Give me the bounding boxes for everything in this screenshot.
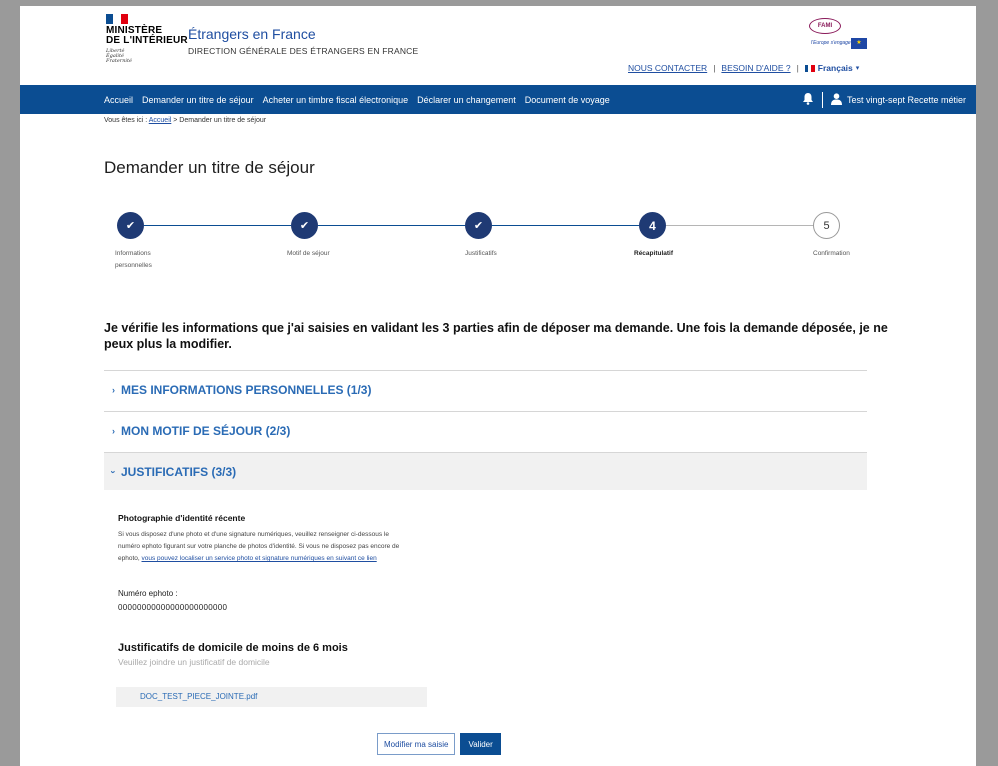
photo-help-text: Si vous disposez d'une photo et d'une si… [118, 529, 408, 565]
step-1-label-line1: Informations [115, 250, 151, 257]
chevron-right-icon: › [112, 425, 115, 436]
help-link[interactable]: BESOIN D'AIDE ? [721, 63, 790, 73]
validate-button[interactable]: Valider [460, 733, 501, 755]
ephoto-value: 00000000000000000000000 [118, 603, 228, 612]
breadcrumb: Vous êtes ici : Accueil > Demander un ti… [104, 117, 266, 124]
fami-logo: FAMI l'Europe s'engage ★ [809, 18, 867, 54]
step-connector [144, 225, 291, 226]
section-title: MES INFORMATIONS PERSONNELLES (1/3) [121, 382, 372, 397]
step-1-label: Informations personnelles [115, 248, 152, 272]
step-4-current: 4 [639, 212, 666, 239]
page-title: Demander un titre de séjour [104, 158, 315, 177]
nav-item-timbre-fiscal[interactable]: Acheter un timbre fiscal électronique [263, 95, 409, 105]
step-2-check-icon: ✔ [291, 212, 318, 239]
nav-item-accueil[interactable]: Accueil [104, 95, 133, 105]
intro-text: Je vérifie les informations que j'ai sai… [104, 321, 888, 351]
top-links: NOUS CONTACTER | BESOIN D'AIDE ? | Franç… [628, 63, 859, 73]
progress-stepper: ✔ ✔ ✔ 4 5 Informations personnelles Moti… [115, 207, 870, 277]
bell-icon[interactable] [802, 92, 814, 107]
step-connector [492, 225, 639, 226]
user-name: Test vingt-sept Recette métier [846, 94, 966, 105]
caret-down-icon: ▾ [855, 65, 860, 72]
nav-separator [821, 91, 823, 108]
eu-flag-icon: ★ [851, 38, 867, 49]
step-2-label: Motif de séjour [287, 250, 330, 257]
ephoto-label: Numéro ephoto : [118, 589, 178, 598]
chevron-right-icon: › [112, 384, 115, 395]
user-icon [830, 92, 842, 107]
section-motif-sejour[interactable]: › MON MOTIF DE SÉJOUR (2/3) [104, 411, 867, 449]
file-name-link[interactable]: DOC_TEST_PIECE_JOINTE.pdf [140, 692, 257, 701]
top-links-separator: | [713, 63, 716, 73]
section-title: JUSTIFICATIFS (3/3) [121, 464, 237, 479]
form-actions: Modifier ma saisie Valider [377, 733, 501, 755]
step-1-label-line2: personnelles [115, 262, 152, 269]
step-connector [318, 225, 465, 226]
step-3-check-icon: ✔ [465, 212, 492, 239]
breadcrumb-prefix: Vous êtes ici : [104, 117, 149, 124]
section-infos-personnelles[interactable]: › MES INFORMATIONS PERSONNELLES (1/3) [104, 370, 867, 408]
step-1-check-icon: ✔ [117, 212, 144, 239]
nav-item-document-voyage[interactable]: Document de voyage [525, 95, 610, 105]
nav-item-demander-titre[interactable]: Demander un titre de séjour [142, 95, 254, 105]
step-5-todo: 5 [813, 212, 840, 239]
site-subtitle: DIRECTION GÉNÉRALE DES ÉTRANGERS EN FRAN… [188, 46, 419, 56]
modify-button[interactable]: Modifier ma saisie [377, 733, 456, 755]
section-justificatifs[interactable]: › JUSTIFICATIFS (3/3) [104, 452, 867, 490]
nav-item-declarer-changement[interactable]: Déclarer un changement [417, 95, 516, 105]
breadcrumb-home-link[interactable]: Accueil [149, 117, 172, 124]
attached-file[interactable]: DOC_TEST_PIECE_JOINTE.pdf [116, 687, 427, 707]
step-4-label: Récapitulatif [634, 250, 674, 257]
language-selector[interactable]: Français ▾ [804, 63, 860, 73]
section-title: MON MOTIF DE SÉJOUR (2/3) [121, 423, 291, 438]
breadcrumb-current: > Demander un titre de séjour [171, 117, 267, 124]
chevron-down-icon: › [108, 470, 119, 473]
domicile-subtitle: Veuillez joindre un justificatif de domi… [118, 657, 270, 667]
page-frame: MINISTÈRE DE L'INTÉRIEUR Liberté Égalité… [20, 6, 976, 766]
contact-link[interactable]: NOUS CONTACTER [628, 63, 707, 73]
photo-title: Photographie d'identité récente [118, 513, 246, 523]
ministry-line-2: DE L'INTÉRIEUR [106, 35, 188, 46]
language-label: Français [817, 63, 853, 73]
ministry-logo[interactable]: MINISTÈRE DE L'INTÉRIEUR Liberté Égalité… [106, 14, 188, 64]
fami-tagline: l'Europe s'engage [811, 40, 851, 46]
step-3-label: Justificatifs [465, 250, 497, 257]
photo-service-link[interactable]: vous pouvez localiser un service photo e… [142, 555, 377, 562]
step-5-label: Confirmation [813, 250, 850, 257]
main-nav: Accueil Demander un titre de séjour Ache… [20, 85, 976, 114]
fami-logo-mark: FAMI [809, 18, 841, 34]
devise-3: Fraternité [106, 58, 132, 64]
top-links-separator: | [796, 63, 799, 73]
user-menu[interactable]: Test vingt-sept Recette métier [830, 92, 966, 107]
french-flag-icon [106, 14, 128, 24]
step-connector [666, 225, 813, 226]
site-name[interactable]: Étrangers en France [188, 26, 316, 42]
domicile-title: Justificatifs de domicile de moins de 6 … [118, 642, 348, 654]
french-flag-icon [804, 64, 815, 72]
site-header: MINISTÈRE DE L'INTÉRIEUR Liberté Égalité… [20, 6, 976, 84]
